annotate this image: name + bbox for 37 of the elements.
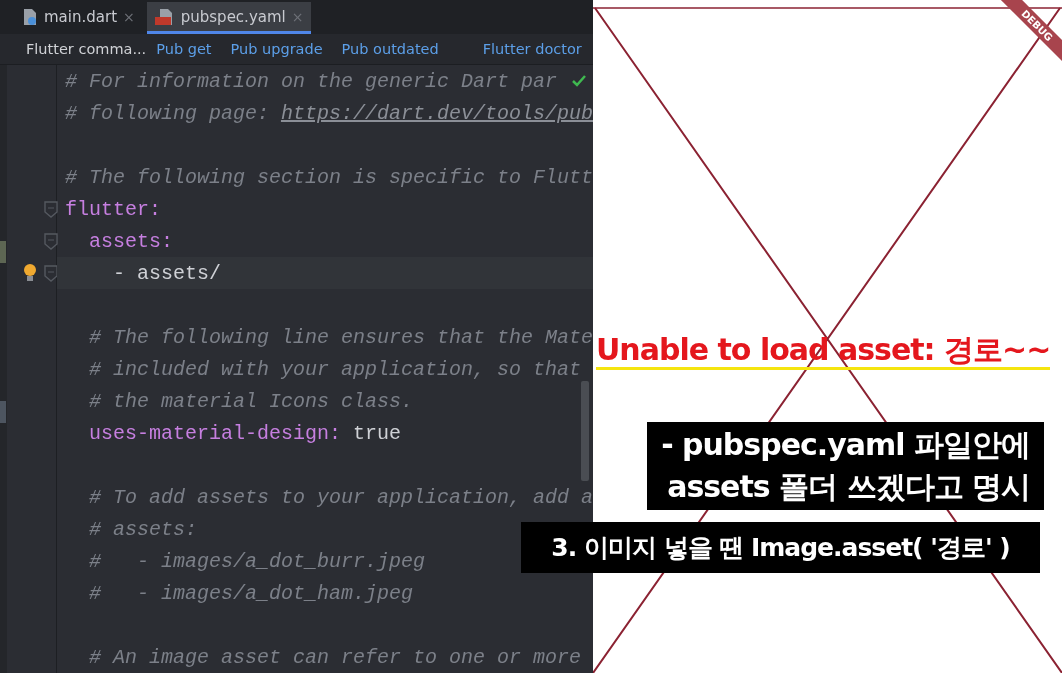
code-comment: # the material Icons class. (87, 389, 413, 413)
lightbulb-icon[interactable] (23, 263, 38, 283)
dart-file-icon (22, 7, 38, 26)
fold-marker-icon[interactable] (44, 200, 59, 218)
yaml-key: flutter: (64, 197, 161, 221)
toolbar-title: Flutter comma... (26, 41, 147, 57)
close-icon[interactable]: × (123, 8, 135, 25)
change-marker (0, 241, 6, 263)
scrollbar-thumb[interactable] (581, 381, 589, 481)
code-comment: # To add assets to your application, add a (87, 485, 593, 509)
subtitle-line: assets 폴더 쓰겠다고 명시 (667, 468, 1030, 506)
yaml-file-icon (154, 7, 175, 26)
code-comment: # For information on the generic Dart par (64, 69, 557, 93)
code-comment: # The following line ensures that the Mate (87, 325, 593, 349)
code-comment: # The following section is specific to Flutt (64, 165, 593, 189)
yaml-key: uses-material-design: (64, 421, 341, 445)
yaml-list-item: - assets/ (111, 261, 221, 285)
yaml-key: assets: (64, 229, 173, 253)
subtitle-line: - pubspec.yaml 파일안에 (661, 426, 1030, 464)
toolbar-action[interactable]: Pub outdated (341, 41, 439, 57)
code-comment: # - images/a_dot_burr.jpeg (87, 549, 425, 573)
fold-marker-icon[interactable] (44, 264, 59, 282)
code-comment: # included with your application, so that (87, 357, 581, 381)
fold-marker-icon[interactable] (44, 232, 59, 250)
editor-tab[interactable]: main.dart × (14, 2, 143, 34)
code-comment: # assets: (87, 517, 197, 541)
toolbar-action[interactable]: Pub get (156, 41, 212, 57)
subtitle-caption: 3. 이미지 넣을 땐 Image.asset( '경로' ) (521, 522, 1040, 573)
change-marker (0, 401, 6, 423)
code-comment: # following page: https://dart.dev/tools/pub (64, 101, 593, 125)
url-link[interactable]: https://dart.dev/tools/pub (280, 101, 593, 125)
code-comment: # An image asset can refer to one or more (87, 645, 581, 669)
code-comment: # - images/a_dot_ham.jpeg (87, 581, 413, 605)
toolbar-action[interactable]: Pub upgrade (230, 41, 323, 57)
editor-tab[interactable]: pubspec.yaml × (146, 2, 312, 34)
toolbar-action[interactable]: Flutter doctor (482, 41, 582, 57)
yaml-value: true (351, 421, 401, 445)
